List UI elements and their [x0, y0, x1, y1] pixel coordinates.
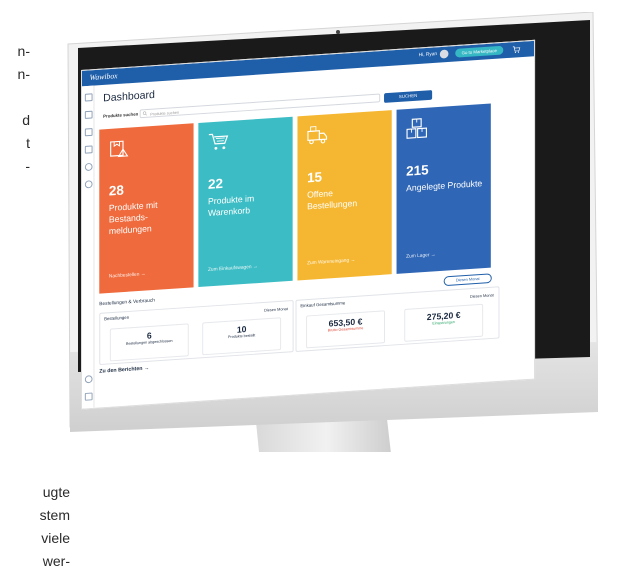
credit-line: stock.adobe.com — [385, 514, 488, 529]
box-nav-icon[interactable] — [84, 145, 93, 154]
card-open-orders[interactable]: 15 Offene Bestellungen Zum Wareneingang … — [297, 110, 392, 281]
card-link[interactable]: Zum Lager → — [406, 252, 435, 260]
marketplace-button[interactable]: Go to Marketplace — [455, 45, 504, 58]
card-number: 22 — [207, 175, 223, 192]
search-label: Produkte suchen — [103, 111, 139, 119]
card-products[interactable]: 215 Angelegte Produkte Zum Lager → — [396, 103, 491, 274]
sidebar — [81, 85, 95, 409]
panel-title: Einkauf Gesamtsumme — [300, 300, 346, 309]
text-fragment: n- — [17, 43, 30, 59]
credit-line: Monitor: © SdecoretMockup – — [385, 495, 564, 510]
card-label: Produkte im Warenkorb — [207, 193, 255, 218]
reports-link[interactable]: Zu den Berichten → — [99, 366, 149, 375]
truck-icon — [307, 126, 328, 145]
text-fragment: stem — [39, 507, 70, 523]
section-title: Bestellungen & Verbrauch — [99, 297, 155, 308]
panel-title: Bestellungen — [104, 314, 130, 322]
left-text-fragments: n- n- d t - — [0, 40, 30, 178]
stat-orders-completed: 6 Bestellungen abgeschlossen — [109, 323, 189, 362]
card-label: Angelegte Produkte — [406, 178, 483, 194]
panel-period: Diesen Monat — [469, 292, 494, 299]
card-number: 28 — [108, 181, 124, 199]
card-number: 15 — [307, 168, 323, 186]
text-fragment: wer- — [42, 553, 70, 569]
user-nav-icon[interactable] — [84, 162, 93, 172]
text-fragment: t — [26, 135, 30, 151]
card-label: Offene Bestellungen — [307, 188, 358, 212]
text-fragment: d — [22, 112, 30, 128]
cart-icon[interactable] — [512, 45, 521, 54]
card-cart[interactable]: 22 Produkte im Warenkorb Zum Einkaufswag… — [198, 116, 293, 288]
stat-products-ordered: 10 Produkte bestellt — [202, 317, 282, 356]
card-link[interactable]: Nachbestellen → — [109, 271, 146, 279]
card-label: Produkte mit Bestands-meldungen — [108, 200, 158, 237]
avatar[interactable] — [439, 49, 449, 59]
page-title: Dashboard — [103, 89, 155, 105]
home-icon[interactable] — [84, 93, 93, 102]
purchase-panel: Einkauf Gesamtsumme Diesen Monat 653,50 … — [295, 286, 500, 352]
stacked-boxes-icon — [406, 118, 428, 139]
panel-period: Diesen Monat — [264, 306, 288, 313]
bottom-text-fragments: ugte stem viele wer- — [0, 481, 70, 573]
search-icon — [142, 111, 148, 116]
stat-gross-total: 653,50 € Brutto Gesamtsumme — [306, 310, 385, 349]
text-fragment: viele — [41, 530, 70, 546]
search-nav-icon[interactable] — [84, 110, 93, 119]
card-link[interactable]: Zum Einkaufswagen → — [208, 264, 258, 273]
credit-line: © Wawibox — [385, 476, 453, 491]
card-stock-alerts[interactable]: 28 Produkte mit Bestands-meldungen Nachb… — [99, 123, 194, 294]
image-credit: © Wawibox Monitor: © SdecoretMockup – st… — [385, 474, 564, 531]
card-number: 215 — [406, 161, 429, 179]
settings-icon[interactable] — [84, 375, 93, 384]
phone-icon[interactable] — [84, 392, 93, 401]
cart-nav-icon[interactable] — [84, 128, 93, 137]
text-fragment: - — [25, 158, 30, 174]
orders-panel: Bestellungen Diesen Monat 6 Bestellungen… — [99, 300, 294, 366]
text-fragment: n- — [17, 66, 30, 82]
period-dropdown[interactable]: Diesen Monat — [443, 273, 492, 287]
search-button[interactable]: SUCHEN — [384, 90, 433, 103]
stat-savings: 275,20 € Einsparungen — [404, 303, 484, 342]
screen: Wawibox Hi, Ryan Go to Marketplace Dashb… — [81, 39, 536, 410]
card-link[interactable]: Zum Wareneingang → — [307, 257, 355, 266]
clock-nav-icon[interactable] — [84, 180, 93, 189]
user-greeting: Hi, Ryan — [418, 51, 438, 59]
box-warning-icon — [110, 140, 129, 158]
app-logo: Wawibox — [89, 71, 118, 82]
cart-icon — [208, 133, 229, 150]
text-fragment: ugte — [42, 484, 70, 500]
